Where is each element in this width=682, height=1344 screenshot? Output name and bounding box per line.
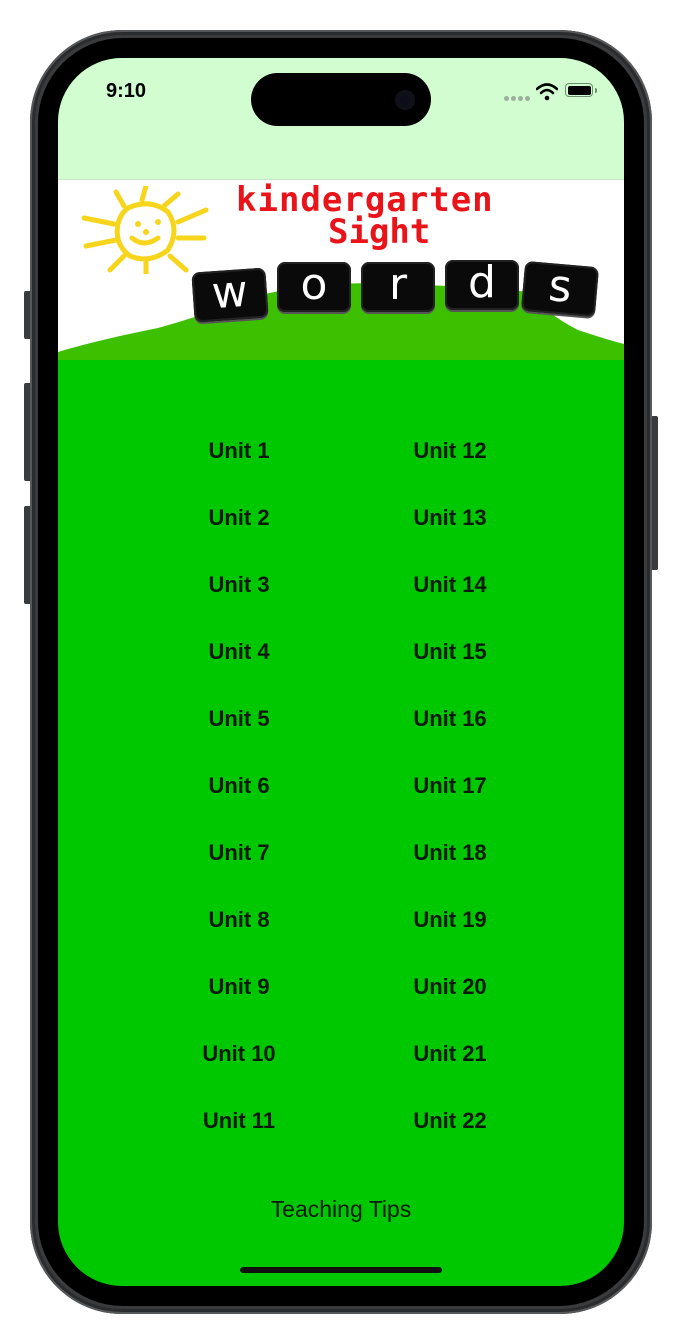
words-tiles: w o r d s	[191, 260, 613, 324]
unit-13-button[interactable]: Unit 13	[350, 505, 550, 531]
unit-15-button[interactable]: Unit 15	[350, 639, 550, 665]
unit-5-button[interactable]: Unit 5	[139, 706, 339, 732]
banner-title-line2: Sight	[328, 212, 431, 252]
unit-21-button[interactable]: Unit 21	[350, 1041, 550, 1067]
unit-4-button[interactable]: Unit 4	[139, 639, 339, 665]
power-button[interactable]	[651, 416, 658, 570]
unit-17-button[interactable]: Unit 17	[350, 773, 550, 799]
camera-icon	[395, 90, 415, 110]
unit-2-button[interactable]: Unit 2	[139, 505, 339, 531]
teaching-tips-button[interactable]: Teaching Tips	[58, 1196, 624, 1223]
screen: 9:10 kindergarten Sight w o r d s Unit 1…	[58, 58, 624, 1286]
unit-7-button[interactable]: Unit 7	[139, 840, 339, 866]
unit-10-button[interactable]: Unit 10	[139, 1041, 339, 1067]
unit-16-button[interactable]: Unit 16	[350, 706, 550, 732]
unit-12-button[interactable]: Unit 12	[350, 438, 550, 464]
app-banner: kindergarten Sight w o r d s	[58, 180, 624, 366]
home-indicator[interactable]	[240, 1267, 442, 1273]
unit-22-button[interactable]: Unit 22	[350, 1108, 550, 1134]
wifi-icon	[536, 83, 558, 101]
unit-11-button[interactable]: Unit 11	[139, 1108, 339, 1134]
status-time: 9:10	[106, 80, 147, 102]
letter-tile: d	[445, 260, 519, 310]
letter-tile: w	[191, 266, 269, 323]
unit-3-button[interactable]: Unit 3	[139, 572, 339, 598]
unit-9-button[interactable]: Unit 9	[139, 974, 339, 1000]
unit-18-button[interactable]: Unit 18	[350, 840, 550, 866]
unit-14-button[interactable]: Unit 14	[350, 572, 550, 598]
unit-1-button[interactable]: Unit 1	[139, 438, 339, 464]
dynamic-island	[251, 73, 431, 126]
letter-tile: r	[361, 262, 435, 312]
unit-19-button[interactable]: Unit 19	[350, 907, 550, 933]
letter-tile: s	[520, 260, 600, 318]
letter-tile: o	[277, 262, 351, 312]
battery-icon	[565, 83, 597, 97]
unit-6-button[interactable]: Unit 6	[139, 773, 339, 799]
unit-20-button[interactable]: Unit 20	[350, 974, 550, 1000]
status-bar: 9:10	[58, 58, 624, 180]
unit-8-button[interactable]: Unit 8	[139, 907, 339, 933]
cellular-signal-icon	[504, 96, 530, 101]
